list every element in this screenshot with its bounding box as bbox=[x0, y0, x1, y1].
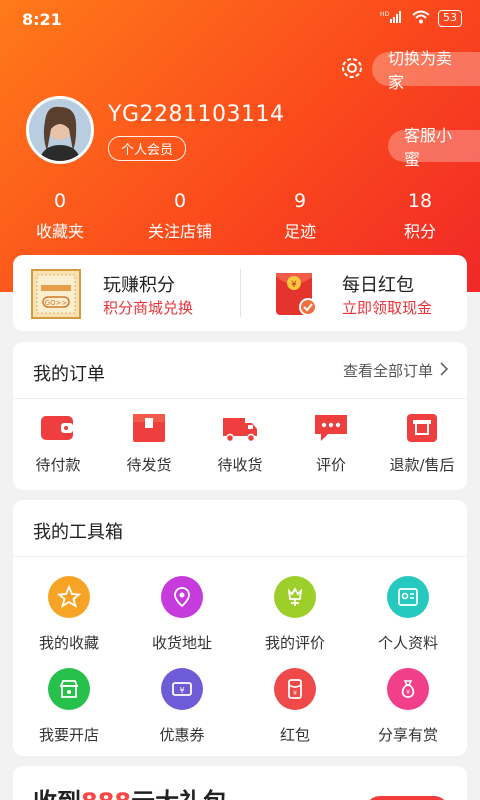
coupon-icon: ¥ bbox=[161, 668, 203, 710]
switch-to-seller-label: 切换为卖家 bbox=[388, 49, 453, 92]
stat-favorites[interactable]: 0 收藏夹 bbox=[10, 188, 110, 242]
stat-value: 9 bbox=[293, 190, 307, 212]
points-mall-title: 玩赚积分 bbox=[103, 275, 175, 296]
points-mall-subtitle: 积分商城兑换 bbox=[103, 299, 194, 317]
orders-divider bbox=[13, 398, 467, 399]
order-label: 退款/售后 bbox=[389, 456, 455, 474]
order-label: 待收货 bbox=[217, 456, 263, 474]
order-pending-receipt[interactable]: 待收货 bbox=[195, 412, 285, 475]
tool-shipping-address[interactable]: 收货地址 bbox=[126, 576, 238, 653]
member-badge[interactable]: 个人会员 bbox=[108, 136, 187, 161]
redpacket-title: 每日红包 bbox=[342, 275, 414, 296]
tool-my-favorites[interactable]: 我的收藏 bbox=[13, 576, 125, 653]
star-icon bbox=[48, 576, 90, 618]
gift-prefix: 收到 bbox=[33, 788, 81, 800]
tool-label: 我要开店 bbox=[38, 726, 99, 744]
tool-label: 分享有赏 bbox=[377, 726, 438, 744]
stat-label: 足迹 bbox=[283, 222, 316, 241]
svg-text:HD: HD bbox=[380, 11, 390, 18]
order-label: 待发货 bbox=[126, 456, 172, 474]
toolbox-card: 我的工具箱 我的收藏 收货地址 我的评价 个人资料 我要开店 ¥ 优惠券 ¥ 红… bbox=[13, 500, 467, 756]
customer-service-button[interactable]: 客服小蜜 bbox=[388, 126, 480, 169]
gift-amount: 888 bbox=[81, 788, 131, 800]
points-mall-entry[interactable]: GO>> 玩赚积分 积分商城兑换 bbox=[13, 255, 240, 331]
order-pending-payment[interactable]: 待付款 bbox=[13, 412, 103, 475]
order-label: 评价 bbox=[315, 456, 346, 474]
stat-label: 关注店铺 bbox=[147, 222, 212, 241]
flower-icon bbox=[274, 576, 316, 618]
redpacket-subtitle: 立即领取现金 bbox=[342, 299, 433, 317]
status-bar: 8:21 HD 53 bbox=[0, 0, 480, 38]
tool-red-packets[interactable]: ¥ 红包 bbox=[239, 668, 351, 745]
view-all-orders-label: 查看全部订单 bbox=[342, 362, 433, 380]
svg-text:¥: ¥ bbox=[179, 686, 184, 695]
order-review[interactable]: 评价 bbox=[286, 412, 376, 475]
gift-claim-button[interactable] bbox=[365, 796, 449, 800]
wifi-icon bbox=[412, 10, 430, 27]
stat-footprints[interactable]: 9 足迹 bbox=[250, 188, 350, 242]
stat-value: 18 bbox=[407, 190, 433, 212]
tool-label: 红包 bbox=[279, 726, 310, 744]
points-mall-icon: GO>> bbox=[31, 269, 81, 319]
tool-label: 个人资料 bbox=[377, 634, 438, 652]
battery-indicator: 53 bbox=[438, 10, 462, 27]
profile-icon bbox=[387, 576, 429, 618]
stat-followed-shops[interactable]: 0 关注店铺 bbox=[130, 188, 230, 242]
svg-text:¥: ¥ bbox=[406, 689, 410, 696]
gift-banner[interactable]: 收到888元大礼包 bbox=[13, 766, 467, 800]
package-icon bbox=[130, 412, 168, 444]
tool-my-reviews[interactable]: 我的评价 bbox=[239, 576, 351, 653]
moneybag-icon: ¥ bbox=[387, 668, 429, 710]
stat-label: 收藏夹 bbox=[35, 222, 84, 241]
tool-share-reward[interactable]: ¥ 分享有赏 bbox=[352, 668, 464, 745]
gift-title: 收到888元大礼包 bbox=[33, 782, 227, 800]
tool-label: 我的收藏 bbox=[38, 634, 99, 652]
stat-points[interactable]: 18 积分 bbox=[370, 188, 470, 242]
promo-card: GO>> 玩赚积分 积分商城兑换 ¥ 每日红包 立即领取现金 bbox=[13, 255, 467, 331]
avatar[interactable] bbox=[26, 96, 94, 164]
svg-text:GO>>: GO>> bbox=[45, 299, 68, 307]
tool-profile[interactable]: 个人资料 bbox=[352, 576, 464, 653]
stat-value: 0 bbox=[173, 190, 187, 212]
view-all-orders-link[interactable]: 查看全部订单 bbox=[343, 360, 449, 381]
tool-label: 收货地址 bbox=[151, 634, 212, 652]
status-icons: HD 53 bbox=[380, 10, 462, 27]
status-time: 8:21 bbox=[22, 10, 62, 29]
redpacket-icon: ¥ bbox=[272, 269, 320, 319]
tool-open-shop[interactable]: 我要开店 bbox=[13, 668, 125, 745]
truck-icon bbox=[221, 412, 259, 444]
order-refund-aftersale[interactable]: 退款/售后 bbox=[377, 412, 467, 475]
redpacket-icon: ¥ bbox=[274, 668, 316, 710]
comment-icon bbox=[312, 412, 350, 444]
stat-value: 0 bbox=[53, 190, 67, 212]
toolbox-divider bbox=[13, 556, 467, 557]
wallet-icon bbox=[39, 412, 77, 444]
stat-label: 积分 bbox=[403, 222, 436, 241]
order-label: 待付款 bbox=[35, 456, 81, 474]
tool-label: 我的评价 bbox=[264, 634, 325, 652]
daily-redpacket-entry[interactable]: ¥ 每日红包 立即领取现金 bbox=[240, 255, 467, 331]
stats-row: 0 收藏夹 0 关注店铺 9 足迹 18 积分 bbox=[0, 188, 480, 248]
tool-label: 优惠券 bbox=[159, 726, 205, 744]
location-icon bbox=[161, 576, 203, 618]
settings-gear-icon[interactable] bbox=[338, 54, 366, 82]
orders-title: 我的订单 bbox=[33, 364, 105, 385]
svg-text:¥: ¥ bbox=[291, 280, 297, 290]
refund-icon bbox=[403, 412, 441, 444]
switch-to-seller-button[interactable]: 切换为卖家 bbox=[372, 49, 480, 92]
shop-icon bbox=[48, 668, 90, 710]
svg-text:¥: ¥ bbox=[293, 690, 297, 697]
toolbox-title: 我的工具箱 bbox=[33, 522, 123, 543]
chevron-right-icon bbox=[439, 361, 449, 381]
order-pending-shipment[interactable]: 待发货 bbox=[104, 412, 194, 475]
username: YG2281103114 bbox=[108, 102, 285, 127]
customer-service-label: 客服小蜜 bbox=[404, 126, 453, 169]
orders-card: 我的订单 查看全部订单 待付款 待发货 待收货 评价 退款/售后 bbox=[13, 342, 467, 490]
tool-coupons[interactable]: ¥ 优惠券 bbox=[126, 668, 238, 745]
gift-suffix: 元大礼包 bbox=[131, 788, 227, 800]
signal-icon: HD bbox=[380, 10, 404, 27]
